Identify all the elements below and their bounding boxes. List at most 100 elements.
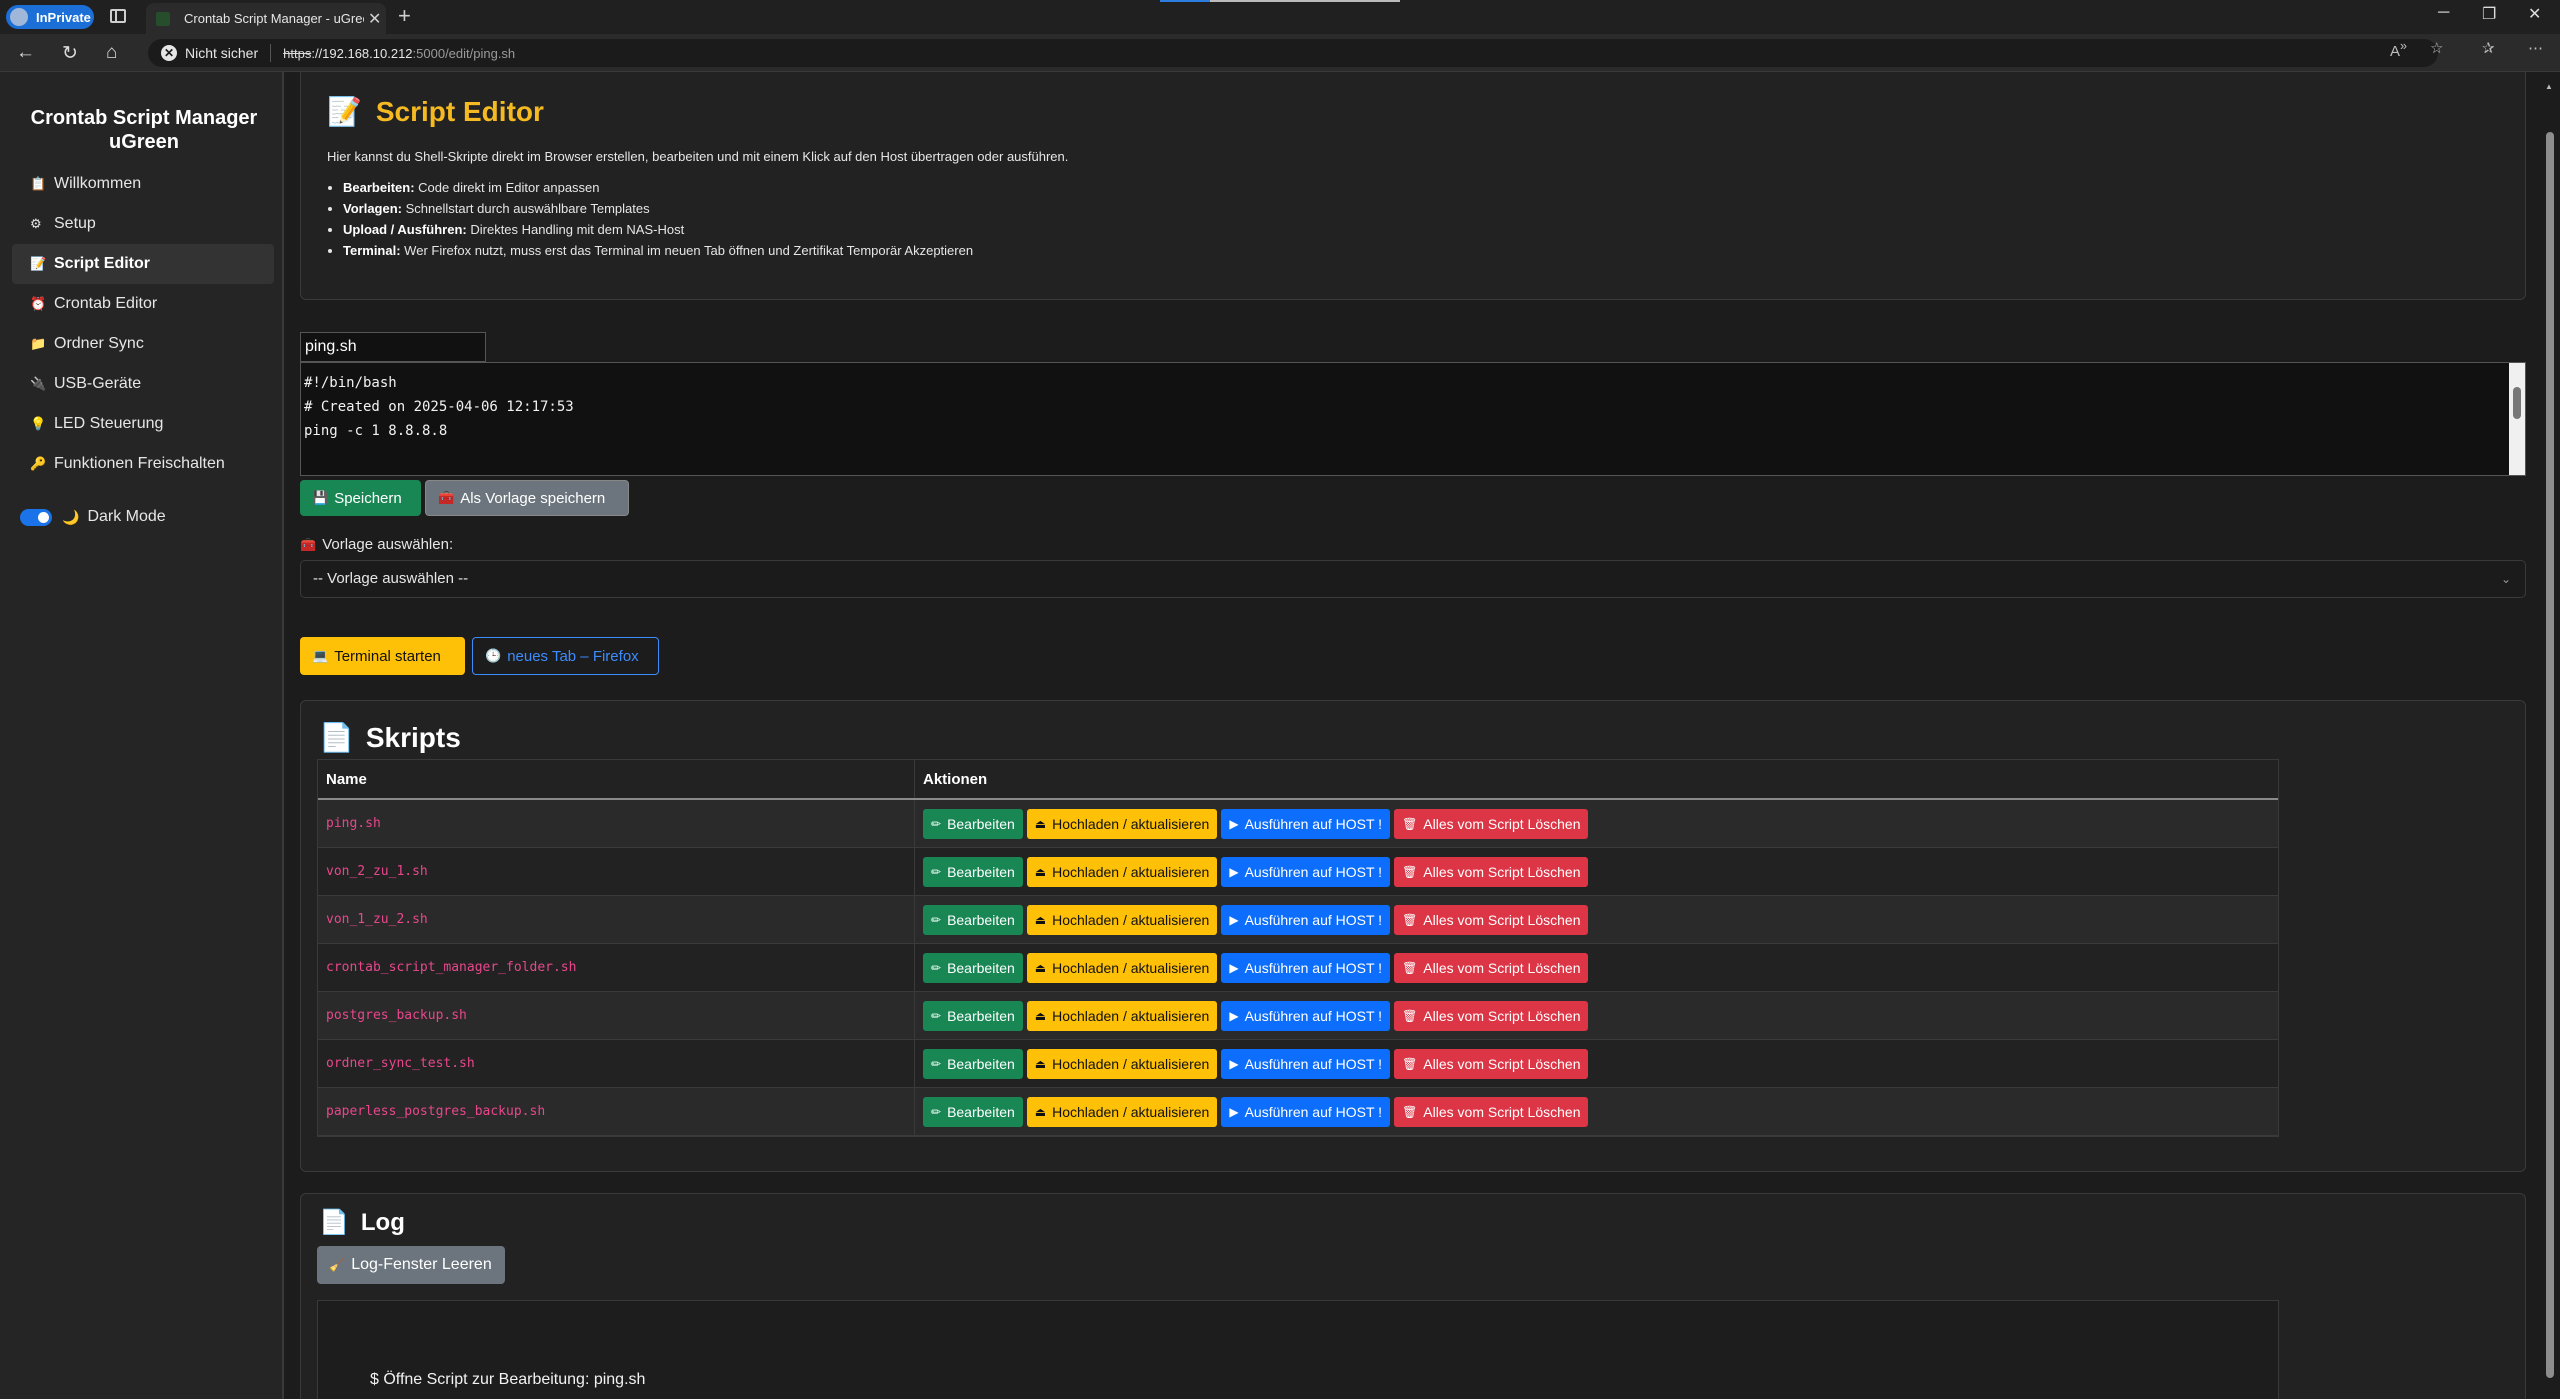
tab-actions-icon[interactable] — [110, 9, 126, 23]
script-actions-cell: ✏ Bearbeiten ⏏ Hochladen / aktualisieren ▶ Au… — [915, 992, 2278, 1039]
upload-button[interactable]: ⏏ Hochladen / aktualisieren — [1026, 808, 1218, 839]
more-menu-icon[interactable]: ⋯ — [2528, 39, 2543, 57]
edit-button[interactable]: ✏ Bearbeiten — [923, 952, 1023, 983]
page-scrollbar[interactable]: ▲ — [2540, 72, 2560, 1399]
filename-input[interactable] — [300, 332, 486, 362]
feature-term: Terminal: — [343, 243, 401, 258]
edit-button[interactable]: ✏ Bearbeiten — [923, 856, 1023, 887]
save-button[interactable]: 💾 Speichern — [300, 480, 421, 516]
code-content[interactable]: #!/bin/bash # Created on 2025-04-06 12:1… — [304, 371, 574, 443]
loading-indicator — [1160, 0, 1400, 2]
upload-label: Hochladen / aktualisieren — [1052, 1055, 1210, 1072]
feature-term: Bearbeiten: — [343, 180, 415, 195]
edit-button[interactable]: ✏ Bearbeiten — [923, 1000, 1023, 1031]
inprivate-badge[interactable]: InPrivate — [6, 5, 94, 29]
upload-label: Hochladen / aktualisieren — [1052, 863, 1210, 880]
sidebar-item-willkommen[interactable]: 📋 Willkommen — [12, 164, 274, 204]
sidebar-item-label: Crontab Editor — [54, 295, 158, 312]
firefox-new-tab-label: neues Tab – Firefox — [507, 647, 639, 665]
minimize-icon[interactable]: ─ — [2438, 4, 2449, 22]
run-on-host-button[interactable]: ▶ Ausführen auf HOST ! — [1221, 856, 1391, 887]
run-on-host-button[interactable]: ▶ Ausführen auf HOST ! — [1221, 808, 1391, 839]
toolbox-icon: 🧰 — [438, 490, 455, 505]
tab-close-icon[interactable]: ✕ — [368, 9, 381, 29]
trash-icon: 🗑 — [1402, 960, 1418, 975]
save-as-template-button[interactable]: 🧰 Als Vorlage speichern — [425, 480, 629, 516]
sidebar-item-label: Script Editor — [54, 255, 151, 272]
edit-button[interactable]: ✏ Bearbeiten — [923, 1096, 1023, 1127]
sidebar-item-led-steuerung[interactable]: 💡 LED Steuerung — [12, 404, 274, 444]
delete-script-button[interactable]: 🗑 Alles vom Script Löschen — [1394, 856, 1589, 887]
restore-icon[interactable]: ❐ — [2482, 4, 2496, 24]
pencil-icon: ✏ — [931, 1104, 942, 1119]
run-on-host-button[interactable]: ▶ Ausführen auf HOST ! — [1221, 952, 1391, 983]
delete-script-button[interactable]: 🗑 Alles vom Script Löschen — [1394, 808, 1589, 839]
not-secure-icon[interactable]: ✕ — [161, 45, 177, 61]
favorite-star-icon[interactable]: ☆ — [2430, 39, 2443, 57]
upload-button[interactable]: ⏏ Hochladen / aktualisieren — [1026, 952, 1218, 983]
reload-icon[interactable]: ↻ — [62, 42, 78, 65]
delete-script-button[interactable]: 🗑 Alles vom Script Löschen — [1394, 904, 1589, 935]
new-tab-button[interactable]: + — [398, 3, 411, 29]
read-aloud-icon[interactable]: A» — [2390, 39, 2407, 60]
script-name: postgres_backup.sh — [326, 1008, 467, 1023]
favorites-icon[interactable]: ✰ — [2482, 39, 2495, 57]
sidebar-item-usb-ger-te[interactable]: 🔌 USB-Geräte — [12, 364, 274, 404]
sidebar-item-script-editor[interactable]: 📝 Script Editor — [12, 244, 274, 284]
edit-button[interactable]: ✏ Bearbeiten — [923, 904, 1023, 935]
run-on-host-button[interactable]: ▶ Ausführen auf HOST ! — [1221, 1096, 1391, 1127]
profile-avatar — [8, 6, 30, 28]
sidebar-item-crontab-editor[interactable]: ⏰ Crontab Editor — [12, 284, 274, 324]
template-select[interactable]: -- Vorlage auswählen -- ⌄ — [300, 560, 2526, 598]
delete-script-button[interactable]: 🗑 Alles vom Script Löschen — [1394, 1048, 1589, 1079]
firefox-new-tab-button[interactable]: 🕒 neues Tab – Firefox — [472, 637, 659, 675]
close-window-icon[interactable]: ✕ — [2528, 4, 2541, 24]
terminal-start-button[interactable]: 💻 Terminal starten — [300, 637, 465, 675]
trash-icon: 🗑 — [1402, 1056, 1418, 1071]
upload-button[interactable]: ⏏ Hochladen / aktualisieren — [1026, 1048, 1218, 1079]
upload-button[interactable]: ⏏ Hochladen / aktualisieren — [1026, 904, 1218, 935]
run-on-host-button[interactable]: ▶ Ausführen auf HOST ! — [1221, 1000, 1391, 1031]
url-field[interactable]: ✕ Nicht sicher https://192.168.10.212:50… — [148, 39, 2438, 67]
scrollbar-thumb[interactable] — [2546, 132, 2554, 1378]
delete-script-button[interactable]: 🗑 Alles vom Script Löschen — [1394, 1000, 1589, 1031]
code-editor[interactable]: #!/bin/bash # Created on 2025-04-06 12:1… — [300, 362, 2526, 476]
memo-icon: 📝 — [30, 256, 47, 271]
url-text[interactable]: https://192.168.10.212:5000/edit/ping.sh — [283, 46, 515, 61]
run-on-host-button[interactable]: ▶ Ausführen auf HOST ! — [1221, 1048, 1391, 1079]
run-on-host-button[interactable]: ▶ Ausführen auf HOST ! — [1221, 904, 1391, 935]
edit-button[interactable]: ✏ Bearbeiten — [923, 1048, 1023, 1079]
not-secure-label[interactable]: Nicht sicher — [185, 45, 258, 61]
dark-mode-switch[interactable] — [20, 508, 52, 526]
back-icon[interactable]: ← — [16, 42, 35, 64]
sidebar-item-setup[interactable]: ⚙ Setup — [12, 204, 274, 244]
sidebar-item-funktionen-freischalten[interactable]: 🔑 Funktionen Freischalten — [12, 444, 274, 484]
terminal-start-label: Terminal starten — [334, 647, 441, 665]
run-on-host-label: Ausführen auf HOST ! — [1244, 1055, 1383, 1072]
upload-button[interactable]: ⏏ Hochladen / aktualisieren — [1026, 1000, 1218, 1031]
clear-log-button[interactable]: 🧹 Log-Fenster Leeren — [317, 1246, 505, 1284]
delete-script-button[interactable]: 🗑 Alles vom Script Löschen — [1394, 1096, 1589, 1127]
col-header-name: Name — [318, 760, 915, 798]
upload-icon: ⏏ — [1034, 816, 1047, 831]
browser-tab[interactable]: Crontab Script Manager - uGreen ✕ — [146, 3, 386, 34]
scroll-up-icon[interactable]: ▲ — [2545, 82, 2553, 91]
browser-titlebar: InPrivate Crontab Script Manager - uGree… — [0, 0, 2560, 34]
broom-icon: 🧹 — [329, 1257, 346, 1272]
dark-mode-toggle-row[interactable]: 🌙 Dark Mode — [20, 508, 166, 526]
sidebar-brand[interactable]: Crontab Script Manager uGreen — [24, 106, 264, 154]
gear-icon: ⚙ — [30, 216, 42, 231]
sidebar-item-label: Setup — [54, 215, 96, 232]
edit-button[interactable]: ✏ Bearbeiten — [923, 808, 1023, 839]
home-icon[interactable]: ⌂ — [106, 42, 117, 64]
url-host: ://192.168.10.212 — [311, 45, 413, 61]
page-title-text: Script Editor — [375, 95, 544, 127]
delete-script-label: Alles vom Script Löschen — [1423, 1103, 1581, 1120]
sidebar-item-ordner-sync[interactable]: 📁 Ordner Sync — [12, 324, 274, 364]
alarm-clock-icon: ⏰ — [30, 296, 47, 311]
editor-scrollbar[interactable] — [2509, 363, 2525, 475]
upload-button[interactable]: ⏏ Hochladen / aktualisieren — [1026, 1096, 1218, 1127]
delete-script-button[interactable]: 🗑 Alles vom Script Löschen — [1394, 952, 1589, 983]
table-body: ping.sh ✏ Bearbeiten ⏏ Hochladen / aktualisi… — [318, 800, 2278, 1136]
upload-button[interactable]: ⏏ Hochladen / aktualisieren — [1026, 856, 1218, 887]
